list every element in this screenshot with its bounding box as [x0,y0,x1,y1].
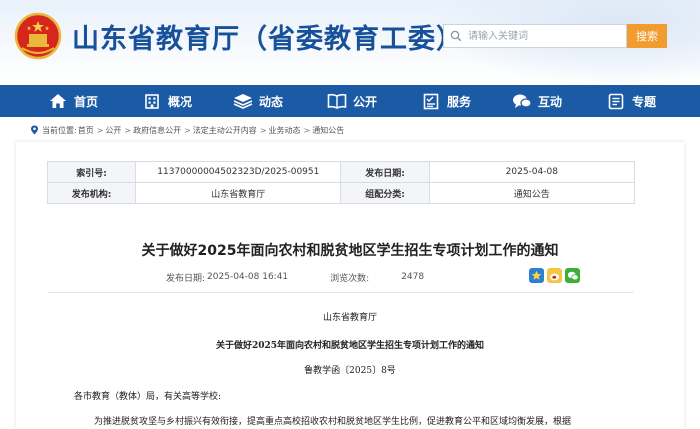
salutation: 各市教育（教体）局，有关高等学校: [74,392,222,402]
nav-label: 专题 [632,94,657,109]
index-label: 索引号: [46,161,137,183]
breadcrumb: 当前位置: 首页 > 公开 > 政府信息公开 > 法定主动公开内容 > 业务动态… [30,122,345,138]
search-input[interactable] [468,26,618,46]
share-bar [529,268,580,283]
favorite-star-icon[interactable] [529,268,544,283]
search-button[interactable]: 搜索 [627,24,667,48]
publish-label: 发布日期: [166,273,206,284]
views-count: 2478 [401,272,425,282]
checklist-icon [421,91,441,111]
article-info: 发布日期: 2025-04-08 16:41 浏览次数: 2478 [166,270,424,284]
breadcrumb-link-statutory[interactable]: 法定主动公开内容 [193,125,257,136]
org-value: 山东省教育厅 [135,182,342,204]
breadcrumb-link-home[interactable]: 首页 [78,125,94,136]
nav-item-service[interactable]: 服务 [421,85,512,117]
nav-item-overview[interactable]: 概况 [142,85,233,117]
org-label: 发布机构: [46,182,137,204]
nav-label: 公开 [353,94,378,109]
main-nav: 首页 概况 动态 公开 服务 互动 专题 [0,85,700,117]
search-box[interactable] [443,24,627,48]
nav-item-news[interactable]: 动态 [233,85,327,117]
meta-table: 索引号: 11370000004502323D/2025-00951 发布日期:… [46,161,636,204]
nav-label: 首页 [74,94,99,109]
location-pin-icon [30,125,39,135]
nav-label: 概况 [168,94,193,109]
date-label: 发布日期: [340,161,430,183]
breadcrumb-link-public[interactable]: 公开 [105,125,121,136]
site-header: 山东省教育厅（省委教育工委） 搜索 [0,0,700,85]
views-label: 浏览次数: [330,273,370,284]
index-value: 11370000004502323D/2025-00951 [135,161,342,183]
date-value: 2025-04-08 [428,161,636,183]
stack-icon [233,91,253,111]
category-value: 通知公告 [428,182,636,204]
content-divider [48,292,634,293]
article-panel: 索引号: 11370000004502323D/2025-00951 发布日期:… [16,142,684,429]
nav-item-public[interactable]: 公开 [327,85,421,117]
document-icon [606,91,626,111]
search-icon [444,25,468,47]
national-emblem-icon[interactable] [14,12,62,60]
home-icon [48,91,68,111]
wechat-icon[interactable] [565,268,580,283]
issuer: 山东省教育厅 [322,313,377,323]
category-label: 组配分类: [340,182,430,204]
publish-time: 2025-04-08 16:41 [207,272,289,282]
nav-item-topics[interactable]: 专题 [606,85,676,117]
breadcrumb-prefix: 当前位置: [42,125,77,135]
document-number: 鲁教学函〔2025〕8号 [304,366,396,376]
nav-label: 动态 [259,94,284,109]
article-title: 关于做好2025年面向农村和脱贫地区学生招生专项计划工作的通知 [141,243,559,259]
weibo-icon[interactable] [547,268,562,283]
nav-item-home[interactable]: 首页 [48,85,142,117]
breadcrumb-link-business[interactable]: 业务动态 [269,125,301,136]
nav-label: 服务 [447,94,472,109]
breadcrumb-link-gov-info[interactable]: 政府信息公开 [133,125,181,136]
breadcrumb-link-notices[interactable]: 通知公告 [312,125,344,136]
nav-label: 互动 [538,94,563,109]
body-title: 关于做好2025年面向农村和脱贫地区学生招生专项计划工作的通知 [215,341,485,351]
book-icon [327,91,347,111]
body-paragraph: 为推进脱贫攻坚与乡村振兴有效衔接，提高重点高校招收农村和脱贫地区学生比例，促进教… [94,417,572,427]
nav-item-interaction[interactable]: 互动 [512,85,606,117]
building-icon [142,91,162,111]
chat-icon [512,91,532,111]
site-title: 山东省教育厅（省委教育工委） [72,24,464,55]
